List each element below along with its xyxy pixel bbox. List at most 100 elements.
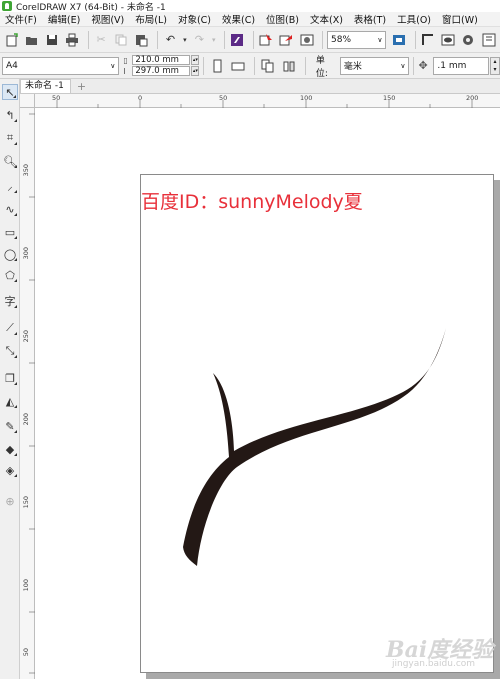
toolbar-separator bbox=[254, 56, 256, 75]
page-height-field[interactable]: 297.0 mm bbox=[132, 66, 191, 76]
save-icon[interactable] bbox=[43, 31, 60, 49]
menu-window[interactable]: 窗口(W) bbox=[437, 12, 484, 26]
brush-stroke-path bbox=[183, 328, 446, 566]
polygon-tool-icon[interactable]: ⬠ bbox=[2, 267, 18, 283]
add-document-tab-icon[interactable]: + bbox=[77, 81, 86, 93]
drop-shadow-tool-icon[interactable]: ❐ bbox=[2, 370, 18, 386]
toolbar-separator bbox=[413, 56, 415, 75]
menu-view[interactable]: 视图(V) bbox=[86, 12, 130, 26]
toolbar-separator bbox=[414, 30, 416, 49]
toolbar-separator bbox=[203, 56, 205, 75]
portrait-icon[interactable] bbox=[208, 57, 226, 75]
print-icon[interactable] bbox=[63, 31, 80, 49]
toolbar-separator bbox=[322, 30, 324, 49]
height-icon: I bbox=[123, 66, 126, 76]
units-value: 毫米 bbox=[343, 62, 362, 72]
nudge-icon: ✥ bbox=[418, 59, 428, 72]
transparency-tool-icon[interactable]: ◭ bbox=[2, 393, 18, 409]
menu-object[interactable]: 对象(C) bbox=[173, 12, 217, 26]
chevron-down-icon: ∨ bbox=[110, 61, 116, 70]
height-spinner[interactable]: ▴▾ bbox=[191, 66, 200, 76]
open-folder-icon[interactable] bbox=[23, 31, 40, 49]
options-gear-icon[interactable] bbox=[460, 31, 477, 49]
toolbar-separator bbox=[223, 30, 225, 49]
redo-dropdown-icon[interactable]: ▾ bbox=[211, 31, 217, 49]
new-document-icon[interactable] bbox=[3, 31, 20, 49]
more-toolbar-icon[interactable] bbox=[480, 31, 497, 49]
page-height-row: I 297.0 mm ▴▾ bbox=[123, 66, 200, 77]
interactive-fill-tool-icon[interactable]: ◆ bbox=[2, 441, 18, 457]
menu-effects[interactable]: 效果(C) bbox=[217, 12, 261, 26]
copy-icon[interactable] bbox=[113, 31, 130, 49]
units-dropdown[interactable]: 毫米 ∨ bbox=[339, 56, 410, 75]
publish-pdf-icon[interactable] bbox=[298, 31, 315, 49]
undo-dropdown-icon[interactable]: ▾ bbox=[182, 31, 188, 49]
v-ruler-label: 350 bbox=[22, 164, 30, 177]
page-size-dropdown[interactable]: A4 ∨ bbox=[2, 56, 120, 75]
nudge-distance-field[interactable]: .1 mm bbox=[433, 56, 490, 75]
baidu-jingyan-logo: Bai度经验 jingyan.baidu.com bbox=[378, 620, 500, 679]
v-ruler-label: 250 bbox=[22, 330, 30, 343]
v-ruler-label: 100 bbox=[22, 579, 30, 592]
nudge-spinner[interactable]: ▴ ▾ bbox=[490, 56, 500, 75]
menu-edit[interactable]: 编辑(E) bbox=[43, 12, 86, 26]
shape-tool-icon[interactable]: ↰ bbox=[2, 107, 18, 123]
view-options-icon[interactable] bbox=[440, 31, 457, 49]
full-screen-preview-icon[interactable] bbox=[390, 31, 407, 49]
page-width-field[interactable]: 210.0 mm bbox=[132, 55, 191, 65]
menu-layout[interactable]: 布局(L) bbox=[130, 12, 173, 26]
redo-icon[interactable]: ↷ bbox=[191, 31, 208, 49]
paste-icon[interactable] bbox=[133, 31, 150, 49]
pick-tool-icon[interactable]: ↖ bbox=[2, 84, 18, 100]
smart-fill-tool-icon[interactable]: ◈ bbox=[2, 462, 18, 478]
undo-icon[interactable]: ↶ bbox=[162, 31, 179, 49]
snap-to-icon[interactable] bbox=[420, 31, 437, 49]
connector-tool-icon[interactable]: ⤡ bbox=[2, 343, 18, 359]
chevron-down-icon: ∨ bbox=[377, 35, 383, 44]
add-tool-icon[interactable]: ⊕ bbox=[2, 493, 18, 509]
color-eyedropper-tool-icon[interactable]: ✎ bbox=[2, 418, 18, 434]
width-icon: ▯ bbox=[123, 55, 128, 65]
menu-tools[interactable]: 工具(O) bbox=[392, 12, 437, 26]
document-page[interactable]: 百度ID：sunnyMelody夏 bbox=[140, 174, 494, 673]
zoom-level-value: 58% bbox=[331, 34, 352, 45]
page-size-value: A4 bbox=[6, 60, 18, 71]
menu-file[interactable]: 文件(F) bbox=[0, 12, 43, 26]
artistic-media-tool-icon[interactable]: ∿ bbox=[2, 201, 18, 217]
crop-tool-icon[interactable]: ⌗ bbox=[2, 130, 18, 146]
search-content-icon[interactable] bbox=[229, 31, 246, 49]
landscape-icon[interactable] bbox=[229, 57, 247, 75]
h-ruler-label: 50 bbox=[52, 94, 61, 102]
window-title: CorelDRAW X7 (64-Bit) - 未命名 -1 bbox=[16, 2, 166, 13]
document-tab[interactable]: 未命名 -1 bbox=[20, 79, 71, 93]
all-pages-icon[interactable] bbox=[259, 57, 277, 75]
h-ruler-label: 200 bbox=[466, 94, 479, 102]
menu-bitmaps[interactable]: 位图(B) bbox=[261, 12, 305, 26]
toolbar-separator bbox=[156, 30, 158, 49]
property-bar: A4 ∨ ▯ 210.0 mm ▴▾ I 297.0 mm ▴▾ 单位: 毫米 … bbox=[0, 53, 500, 79]
horizontal-ruler[interactable]: 50 0 50 100 150 200 bbox=[35, 94, 500, 108]
width-spinner[interactable]: ▴▾ bbox=[191, 55, 200, 65]
h-ruler-label: 50 bbox=[219, 94, 228, 102]
ellipse-tool-icon[interactable]: ◯ bbox=[2, 246, 18, 262]
h-ruler-label: 150 bbox=[383, 94, 396, 102]
toolbar-separator bbox=[252, 30, 254, 49]
ruler-origin-corner[interactable] bbox=[20, 94, 35, 108]
cut-icon[interactable]: ✂ bbox=[93, 31, 110, 49]
import-icon[interactable] bbox=[258, 31, 275, 49]
vertical-ruler[interactable]: 350 300 250 200 150 100 50 bbox=[20, 108, 35, 679]
export-icon[interactable] bbox=[278, 31, 295, 49]
rectangle-tool-icon[interactable]: ▭ bbox=[2, 224, 18, 240]
text-tool-icon[interactable]: 字 bbox=[2, 293, 18, 309]
zoom-tool-icon[interactable]: 🔍︎ bbox=[2, 153, 18, 169]
title-bar: CorelDRAW X7 (64-Bit) - 未命名 -1 bbox=[0, 0, 500, 13]
zoom-level-dropdown[interactable]: 58% ∨ bbox=[327, 30, 387, 49]
toolbox: ↖ ↰ ⌗ 🔍︎ ⸝ ∿ ▭ ◯ ⬠ 字 ⟋ ⤡ ❐ ◭ ✎ ◆ ◈ ⊕ bbox=[0, 79, 20, 679]
brush-stroke-shape[interactable] bbox=[141, 175, 495, 674]
menu-table[interactable]: 表格(T) bbox=[349, 12, 392, 26]
current-page-icon[interactable] bbox=[280, 57, 298, 75]
document-tab-bar: 未命名 -1 + bbox=[20, 79, 500, 94]
menu-text[interactable]: 文本(X) bbox=[305, 12, 349, 26]
freehand-tool-icon[interactable]: ⸝ bbox=[2, 178, 18, 194]
parallel-dimension-tool-icon[interactable]: ⟋ bbox=[2, 320, 18, 336]
